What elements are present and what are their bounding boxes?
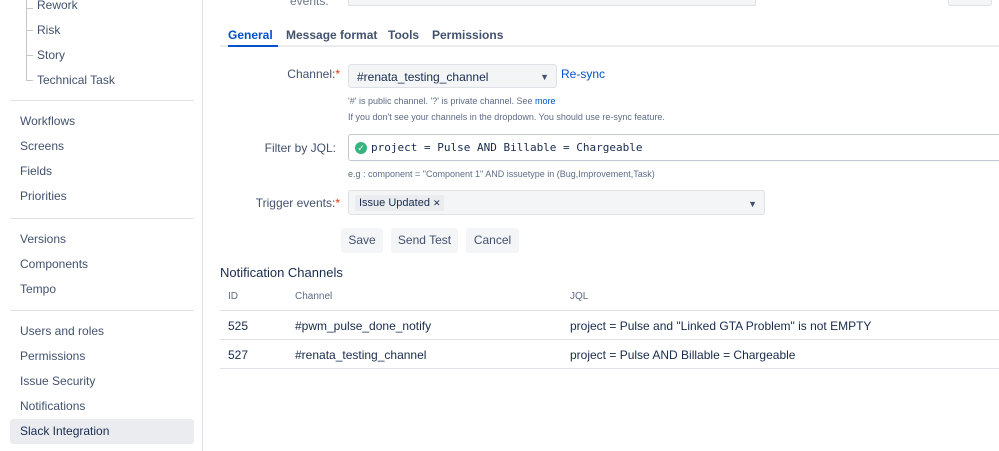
trigger-chip: Issue Updated ✕ <box>355 195 445 211</box>
row-id: 527 <box>228 348 249 362</box>
row-channel: #renata_testing_channel <box>295 348 427 362</box>
save-button[interactable]: Save <box>341 228 383 253</box>
column-header-jql: JQL <box>570 291 589 302</box>
section-title: Notification Channels <box>220 265 343 280</box>
sidebar-item-components[interactable]: Components <box>10 252 194 277</box>
tab-bar: General Message format Tools Permissions <box>220 22 999 47</box>
channel-label: Channel:* <box>190 67 340 81</box>
send-test-button[interactable]: Send Test <box>391 228 458 253</box>
tab-permissions[interactable]: Permissions <box>432 28 503 42</box>
sidebar-item-fields[interactable]: Fields <box>10 159 194 184</box>
channel-select-value: #renata_testing_channel <box>357 70 489 84</box>
tab-tools[interactable]: Tools <box>388 28 419 42</box>
active-tab-indicator <box>228 45 278 47</box>
sidebar-divider <box>10 310 194 311</box>
trigger-events-select[interactable]: Issue Updated ✕ ▼ <box>348 190 765 215</box>
tab-message-format[interactable]: Message format <box>286 28 377 42</box>
row-jql: project = Pulse and "Linked GTA Problem"… <box>570 319 872 333</box>
events-field[interactable] <box>348 0 756 6</box>
close-icon[interactable]: ✕ <box>433 198 441 208</box>
sidebar-item-rework[interactable]: Rework <box>37 0 78 12</box>
events-label: events: <box>290 0 329 8</box>
sidebar-divider <box>10 100 194 101</box>
jql-input[interactable]: ✓ project = Pulse AND Billable = Chargea… <box>348 134 999 161</box>
row-channel: #pwm_pulse_done_notify <box>295 319 432 333</box>
required-mark: * <box>335 196 340 210</box>
channel-help-text: '#' is public channel. '?' is private ch… <box>348 96 533 106</box>
table-divider <box>220 310 999 311</box>
sidebar-item-priorities[interactable]: Priorities <box>10 184 194 209</box>
table-divider <box>220 368 999 369</box>
jql-help: e.g : component = "Component 1" AND issu… <box>348 169 655 179</box>
sidebar-divider <box>10 218 194 219</box>
trigger-events-label-text: Trigger events: <box>255 196 336 210</box>
sidebar-item-permissions[interactable]: Permissions <box>10 344 194 369</box>
sidebar-item-story[interactable]: Story <box>37 48 65 62</box>
channel-label-text: Channel: <box>287 67 336 81</box>
sidebar: Rework Risk Story Technical Task Workflo… <box>0 0 203 451</box>
jql-input-value: project = Pulse AND Billable = Chargeabl… <box>371 141 643 154</box>
chevron-down-icon: ▼ <box>540 72 549 82</box>
sidebar-item-versions[interactable]: Versions <box>10 227 194 252</box>
trigger-events-label: Trigger events:* <box>190 196 340 210</box>
sidebar-item-tempo[interactable]: Tempo <box>10 277 194 302</box>
channel-help-1: '#' is public channel. '?' is private ch… <box>348 96 556 106</box>
top-button[interactable] <box>948 0 992 6</box>
check-circle-icon: ✓ <box>355 142 367 154</box>
required-mark: * <box>335 67 340 81</box>
column-header-id: ID <box>228 291 238 302</box>
more-link[interactable]: more <box>535 96 556 106</box>
sidebar-item-users-and-roles[interactable]: Users and roles <box>10 319 194 344</box>
sidebar-item-risk[interactable]: Risk <box>37 23 60 37</box>
channel-select[interactable]: #renata_testing_channel ▼ <box>348 64 557 88</box>
tree-tick <box>26 80 33 81</box>
tab-general[interactable]: General <box>228 28 273 42</box>
row-jql: project = Pulse AND Billable = Chargeabl… <box>570 348 796 362</box>
trigger-chip-label: Issue Updated <box>359 197 430 209</box>
sidebar-item-technical-task[interactable]: Technical Task <box>37 73 115 87</box>
table-divider <box>220 339 999 340</box>
sidebar-item-screens[interactable]: Screens <box>10 134 194 159</box>
jql-label: Filter by JQL: <box>264 141 336 155</box>
chevron-down-icon: ▼ <box>748 198 757 209</box>
cancel-button[interactable]: Cancel <box>466 228 519 253</box>
sidebar-item-slack-integration[interactable]: Slack Integration <box>10 419 194 444</box>
sidebar-item-notifications[interactable]: Notifications <box>10 394 194 419</box>
sidebar-item-issue-security[interactable]: Issue Security <box>10 369 194 394</box>
tree-tick <box>26 8 33 9</box>
sidebar-item-workflows[interactable]: Workflows <box>10 109 194 134</box>
column-header-channel: Channel <box>295 291 333 302</box>
resync-link[interactable]: Re-sync <box>561 67 605 81</box>
tree-line <box>26 0 27 80</box>
row-id: 525 <box>228 319 249 333</box>
tree-tick <box>26 55 33 56</box>
channel-help-2: If you don't see your channels in the dr… <box>348 112 665 122</box>
tree-tick <box>26 30 33 31</box>
